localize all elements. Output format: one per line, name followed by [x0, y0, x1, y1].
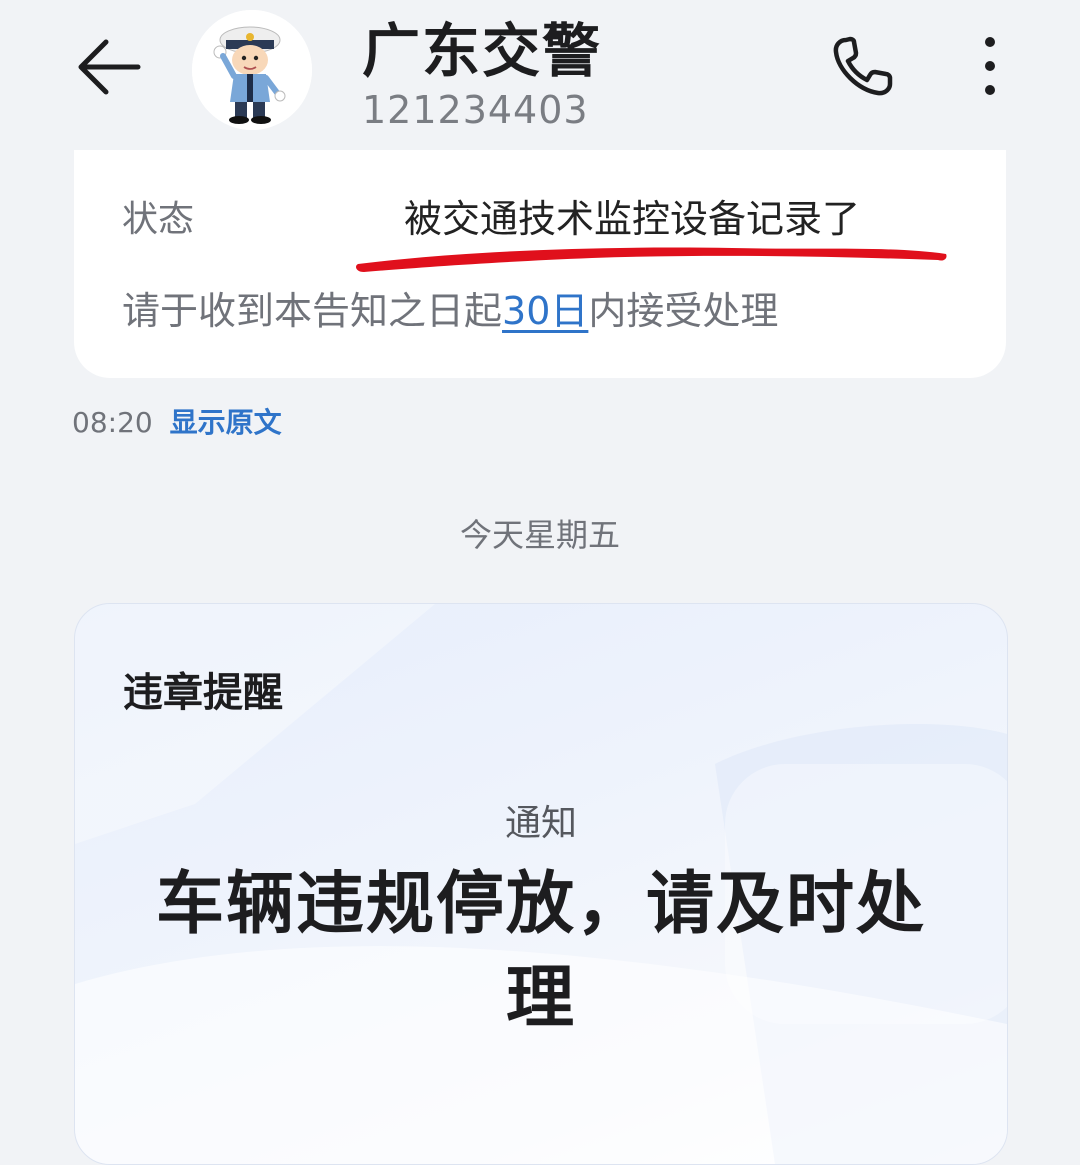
status-value: 被交通技术监控设备记录了	[404, 197, 861, 241]
back-arrow-icon	[78, 39, 141, 95]
message-time: 08:20	[72, 406, 153, 439]
red-underline-annotation	[356, 247, 947, 272]
notice-suffix: 内接受处理	[588, 289, 779, 333]
contact-avatar[interactable]	[192, 10, 312, 130]
deadline-notice: 请于收到本告知之日起30日内接受处理	[122, 280, 778, 335]
top-bar: 广东交警 121234403	[0, 0, 1080, 150]
notice-prefix: 请于收到本告知之日起	[122, 289, 503, 333]
violation-card-subtitle: 通知	[504, 803, 577, 844]
more-options-button[interactable]	[966, 32, 1014, 102]
deadline-link[interactable]: 30日	[502, 289, 588, 333]
contact-number: 121234403	[362, 88, 589, 132]
call-button[interactable]	[826, 32, 902, 102]
violation-card-title: 违章提醒	[123, 670, 283, 716]
message-bubble[interactable]: 状态 被交通技术监控设备记录了 请于收到本告知之日起30日内接受处理	[74, 110, 1006, 378]
police-avatar	[192, 10, 312, 130]
contact-title: 广东交警	[362, 17, 603, 85]
more-vertical-icon	[985, 37, 995, 95]
show-original-link[interactable]: 显示原文	[170, 406, 282, 439]
phone-icon	[833, 36, 893, 96]
back-button[interactable]	[72, 34, 146, 100]
violation-card-headline: 车辆违规停放，请及时处理	[155, 865, 926, 1038]
date-separator: 今天星期五	[459, 516, 620, 554]
message-meta: 08:20 显示原文	[72, 401, 282, 441]
status-label: 状态	[122, 199, 195, 240]
violation-card[interactable]: 违章提醒 通知 车辆违规停放，请及时处理	[74, 603, 1008, 1165]
